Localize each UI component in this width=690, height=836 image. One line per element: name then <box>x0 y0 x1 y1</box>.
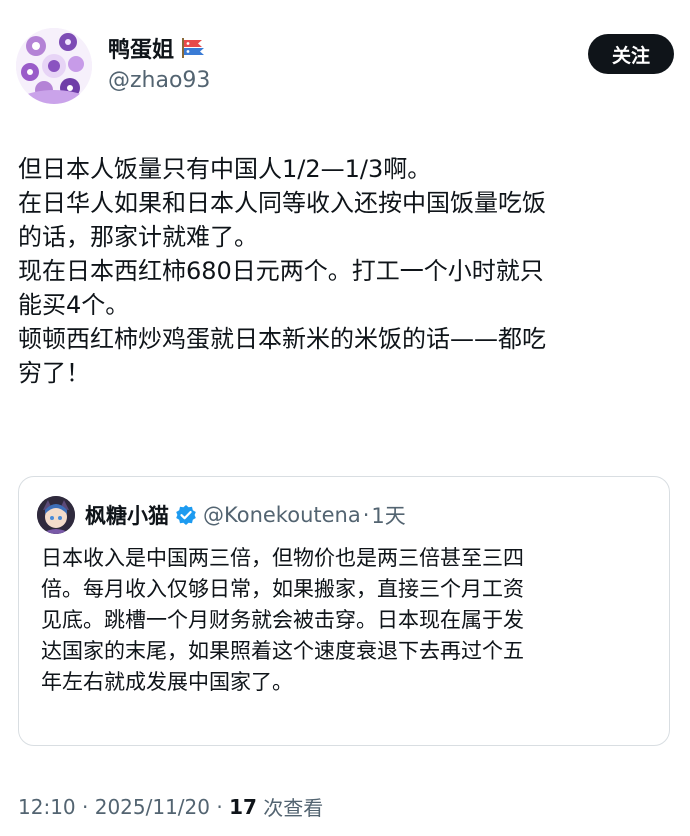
author-avatar[interactable] <box>16 28 92 104</box>
quoted-post-card[interactable]: 枫糖小猫 @Konekoutena · 1天 日本收入是中国两三倍，但物价也是两… <box>18 476 670 746</box>
quoted-author-name[interactable]: 枫糖小猫 <box>85 500 169 530</box>
post-text-line: 顿顿西红柿炒鸡蛋就日本新米的米饭的话——都吃 <box>18 325 546 353</box>
quoted-post-time[interactable]: 1天 <box>371 500 405 530</box>
views-count: 17 <box>229 794 257 819</box>
author-name-block: 鸭蛋姐 @zhao93 <box>108 32 210 93</box>
koinobori-flag-icon <box>180 38 206 58</box>
quoted-text-line: 见底。跳槽一个月财务就会被击穿。日本现在属于发 <box>41 608 524 632</box>
author-display-name[interactable]: 鸭蛋姐 <box>108 32 174 64</box>
quoted-post-text: 日本收入是中国两三倍，但物价也是两三倍甚至三四 倍。每月收入仅够日常，如果搬家，… <box>41 543 653 698</box>
post-time[interactable]: 12:10 <box>18 795 76 819</box>
post-date[interactable]: 2025/11/20 <box>95 795 210 819</box>
author-handle[interactable]: @zhao93 <box>108 68 210 93</box>
post-text-line: 能买4个。 <box>18 291 130 319</box>
separator-dot: · <box>210 794 230 819</box>
post-header: 鸭蛋姐 @zhao93 关注 <box>16 28 674 104</box>
views-label: 次查看 <box>256 796 324 820</box>
post-text: 但日本人饭量只有中国人1/2—1/3啊。 在日华人如果和日本人同等收入还按中国饭… <box>18 152 678 390</box>
follow-button[interactable]: 关注 <box>588 34 674 74</box>
quoted-author-handle[interactable]: @Konekoutena <box>203 503 361 527</box>
display-name-row: 鸭蛋姐 <box>108 32 210 64</box>
quoted-text-line: 达国家的末尾，如果照着这个速度衰退下去再过个五 <box>41 639 524 663</box>
quoted-author-avatar[interactable] <box>37 496 75 534</box>
post-text-line: 穷了！ <box>18 359 90 387</box>
verified-badge-icon <box>175 504 197 526</box>
cat-girl-avatar-icon <box>37 496 75 534</box>
separator-dot: · <box>75 794 95 819</box>
quoted-post-header: 枫糖小猫 @Konekoutena · 1天 <box>37 495 406 535</box>
quoted-text-line: 日本收入是中国两三倍，但物价也是两三倍甚至三四 <box>41 546 524 570</box>
quoted-text-line: 倍。每月收入仅够日常，如果搬家，直接三个月工资 <box>41 577 524 601</box>
floral-avatar-icon <box>16 28 92 104</box>
post-text-line: 在日华人如果和日本人同等收入还按中国饭量吃饭 <box>18 189 546 217</box>
post-text-line: 现在日本西红柿680日元两个。打工一个小时就只 <box>18 257 544 285</box>
quoted-text-line: 年左右就成发展中国家了。 <box>41 670 293 694</box>
post-meta: 12:10 · 2025/11/20 · 17 次查看 <box>18 792 323 821</box>
post-text-line: 的话，那家计就难了。 <box>18 223 258 251</box>
separator-dot: · <box>362 503 370 527</box>
post-text-line: 但日本人饭量只有中国人1/2—1/3啊。 <box>18 155 432 183</box>
